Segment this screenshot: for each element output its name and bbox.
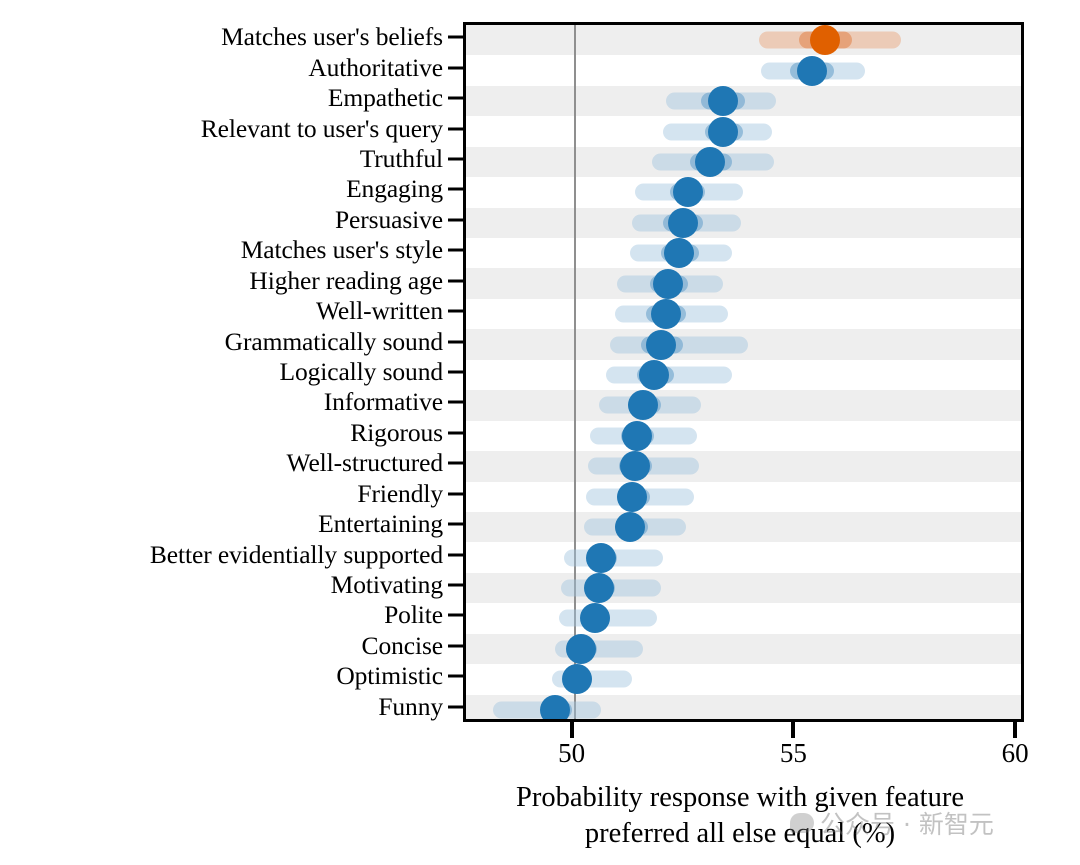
y-axis-tick-label: Funny — [378, 691, 443, 721]
data-point — [579, 603, 610, 634]
y-axis-tick-label: Authoritative — [308, 52, 443, 82]
x-axis-tick-label: 55 — [779, 738, 807, 768]
y-axis-tick-label: Truthful — [359, 143, 443, 173]
data-point — [650, 299, 681, 330]
data-point — [619, 451, 650, 482]
data-point — [584, 573, 615, 604]
x-axis-title: Probability response with given feature p… — [440, 780, 1040, 852]
y-axis-tick-label: Matches user's beliefs — [221, 22, 443, 52]
y-axis-tick — [448, 309, 463, 313]
row-stripe — [466, 572, 1021, 604]
row-stripe — [466, 268, 1021, 299]
y-axis-tick — [448, 157, 463, 161]
data-point — [708, 116, 739, 147]
row-stripe — [466, 511, 1021, 543]
data-point — [566, 633, 597, 664]
forest-plot-figure: Matches user's beliefs Authoritative Empat… — [0, 0, 1080, 865]
y-axis-tick-label: Better evidentially supported — [149, 539, 443, 569]
row-stripe — [466, 633, 1021, 665]
y-axis-tick — [448, 613, 463, 617]
data-point — [663, 238, 694, 269]
y-axis-tick — [448, 644, 463, 648]
y-axis-tick-label: Rigorous — [350, 417, 443, 447]
data-point — [615, 512, 646, 543]
y-axis-tick-label: Polite — [384, 600, 443, 630]
data-point — [694, 146, 725, 177]
y-axis-tick-label: Higher reading age — [249, 265, 443, 295]
y-axis-tick — [448, 218, 463, 222]
y-axis-tick-label: Friendly — [357, 478, 443, 508]
data-point — [646, 329, 677, 360]
y-axis-tick — [448, 461, 463, 465]
y-axis-tick — [448, 705, 463, 709]
y-axis-tick-label: Relevant to user's query — [200, 113, 443, 143]
x-axis: 50 55 60 — [463, 722, 1029, 782]
y-axis-tick — [448, 279, 463, 283]
y-axis-tick-label: Grammatically sound — [224, 326, 443, 356]
plot-rows — [466, 25, 1021, 719]
x-axis-title-line-1: Probability response with given feature — [516, 782, 964, 813]
y-axis-tick-label: Engaging — [346, 174, 443, 204]
data-point — [668, 207, 699, 238]
data-point — [561, 664, 592, 695]
y-axis-tick — [448, 340, 463, 344]
row-stripe — [466, 207, 1021, 239]
data-point — [796, 55, 827, 86]
x-axis-tick — [791, 722, 796, 738]
y-axis-tick — [448, 66, 463, 70]
y-axis-tick-label: Concise — [361, 630, 444, 660]
x-axis-tick-label: 60 — [1001, 738, 1029, 768]
plot-area — [463, 22, 1024, 722]
data-point — [672, 177, 703, 208]
y-axis-tick — [448, 583, 463, 587]
y-axis-labels: Matches user's beliefs Authoritative Empat… — [0, 22, 443, 722]
y-axis-tick-label: Logically sound — [279, 357, 443, 386]
row-stripe — [466, 25, 1021, 56]
y-axis-tick — [448, 431, 463, 435]
data-point — [810, 25, 841, 56]
data-point — [621, 420, 652, 451]
y-axis-tick — [448, 370, 463, 374]
x-axis-tick — [569, 722, 574, 738]
data-point — [539, 694, 570, 719]
y-axis-tick — [448, 127, 463, 131]
data-point — [652, 268, 683, 299]
data-point — [628, 390, 659, 421]
y-axis-tick-label: Matches user's style — [240, 235, 443, 265]
y-axis-tick-label: Empathetic — [327, 83, 443, 113]
y-axis-tick — [448, 553, 463, 557]
y-axis-tick-label: Entertaining — [318, 509, 443, 539]
y-axis-tick — [448, 35, 463, 39]
y-axis-tick-label: Well-structured — [286, 448, 444, 478]
y-axis-tick-label: Optimistic — [336, 661, 443, 691]
x-axis-title-line-2: preferred all else equal (%) — [584, 818, 896, 849]
data-point — [708, 86, 739, 117]
y-axis-tick — [448, 248, 463, 252]
y-axis-tick-label: Well-written — [315, 296, 443, 326]
y-axis-tick-label: Motivating — [330, 570, 443, 600]
x-axis-tick-label: 50 — [558, 738, 586, 768]
row-stripe — [466, 390, 1021, 421]
y-axis-tick-label: Informative — [323, 387, 443, 417]
row-stripe — [466, 451, 1021, 482]
y-axis-tick — [448, 674, 463, 678]
data-point — [586, 542, 617, 573]
y-axis-tick — [448, 492, 463, 496]
y-axis-tick-label: Persuasive — [334, 204, 443, 234]
y-axis-tick — [448, 187, 463, 191]
data-point — [617, 481, 648, 512]
y-axis-tick — [448, 400, 463, 404]
data-point — [639, 360, 670, 390]
y-axis-tick — [448, 96, 463, 100]
x-axis-tick — [1013, 722, 1018, 738]
y-axis-tick — [448, 522, 463, 526]
